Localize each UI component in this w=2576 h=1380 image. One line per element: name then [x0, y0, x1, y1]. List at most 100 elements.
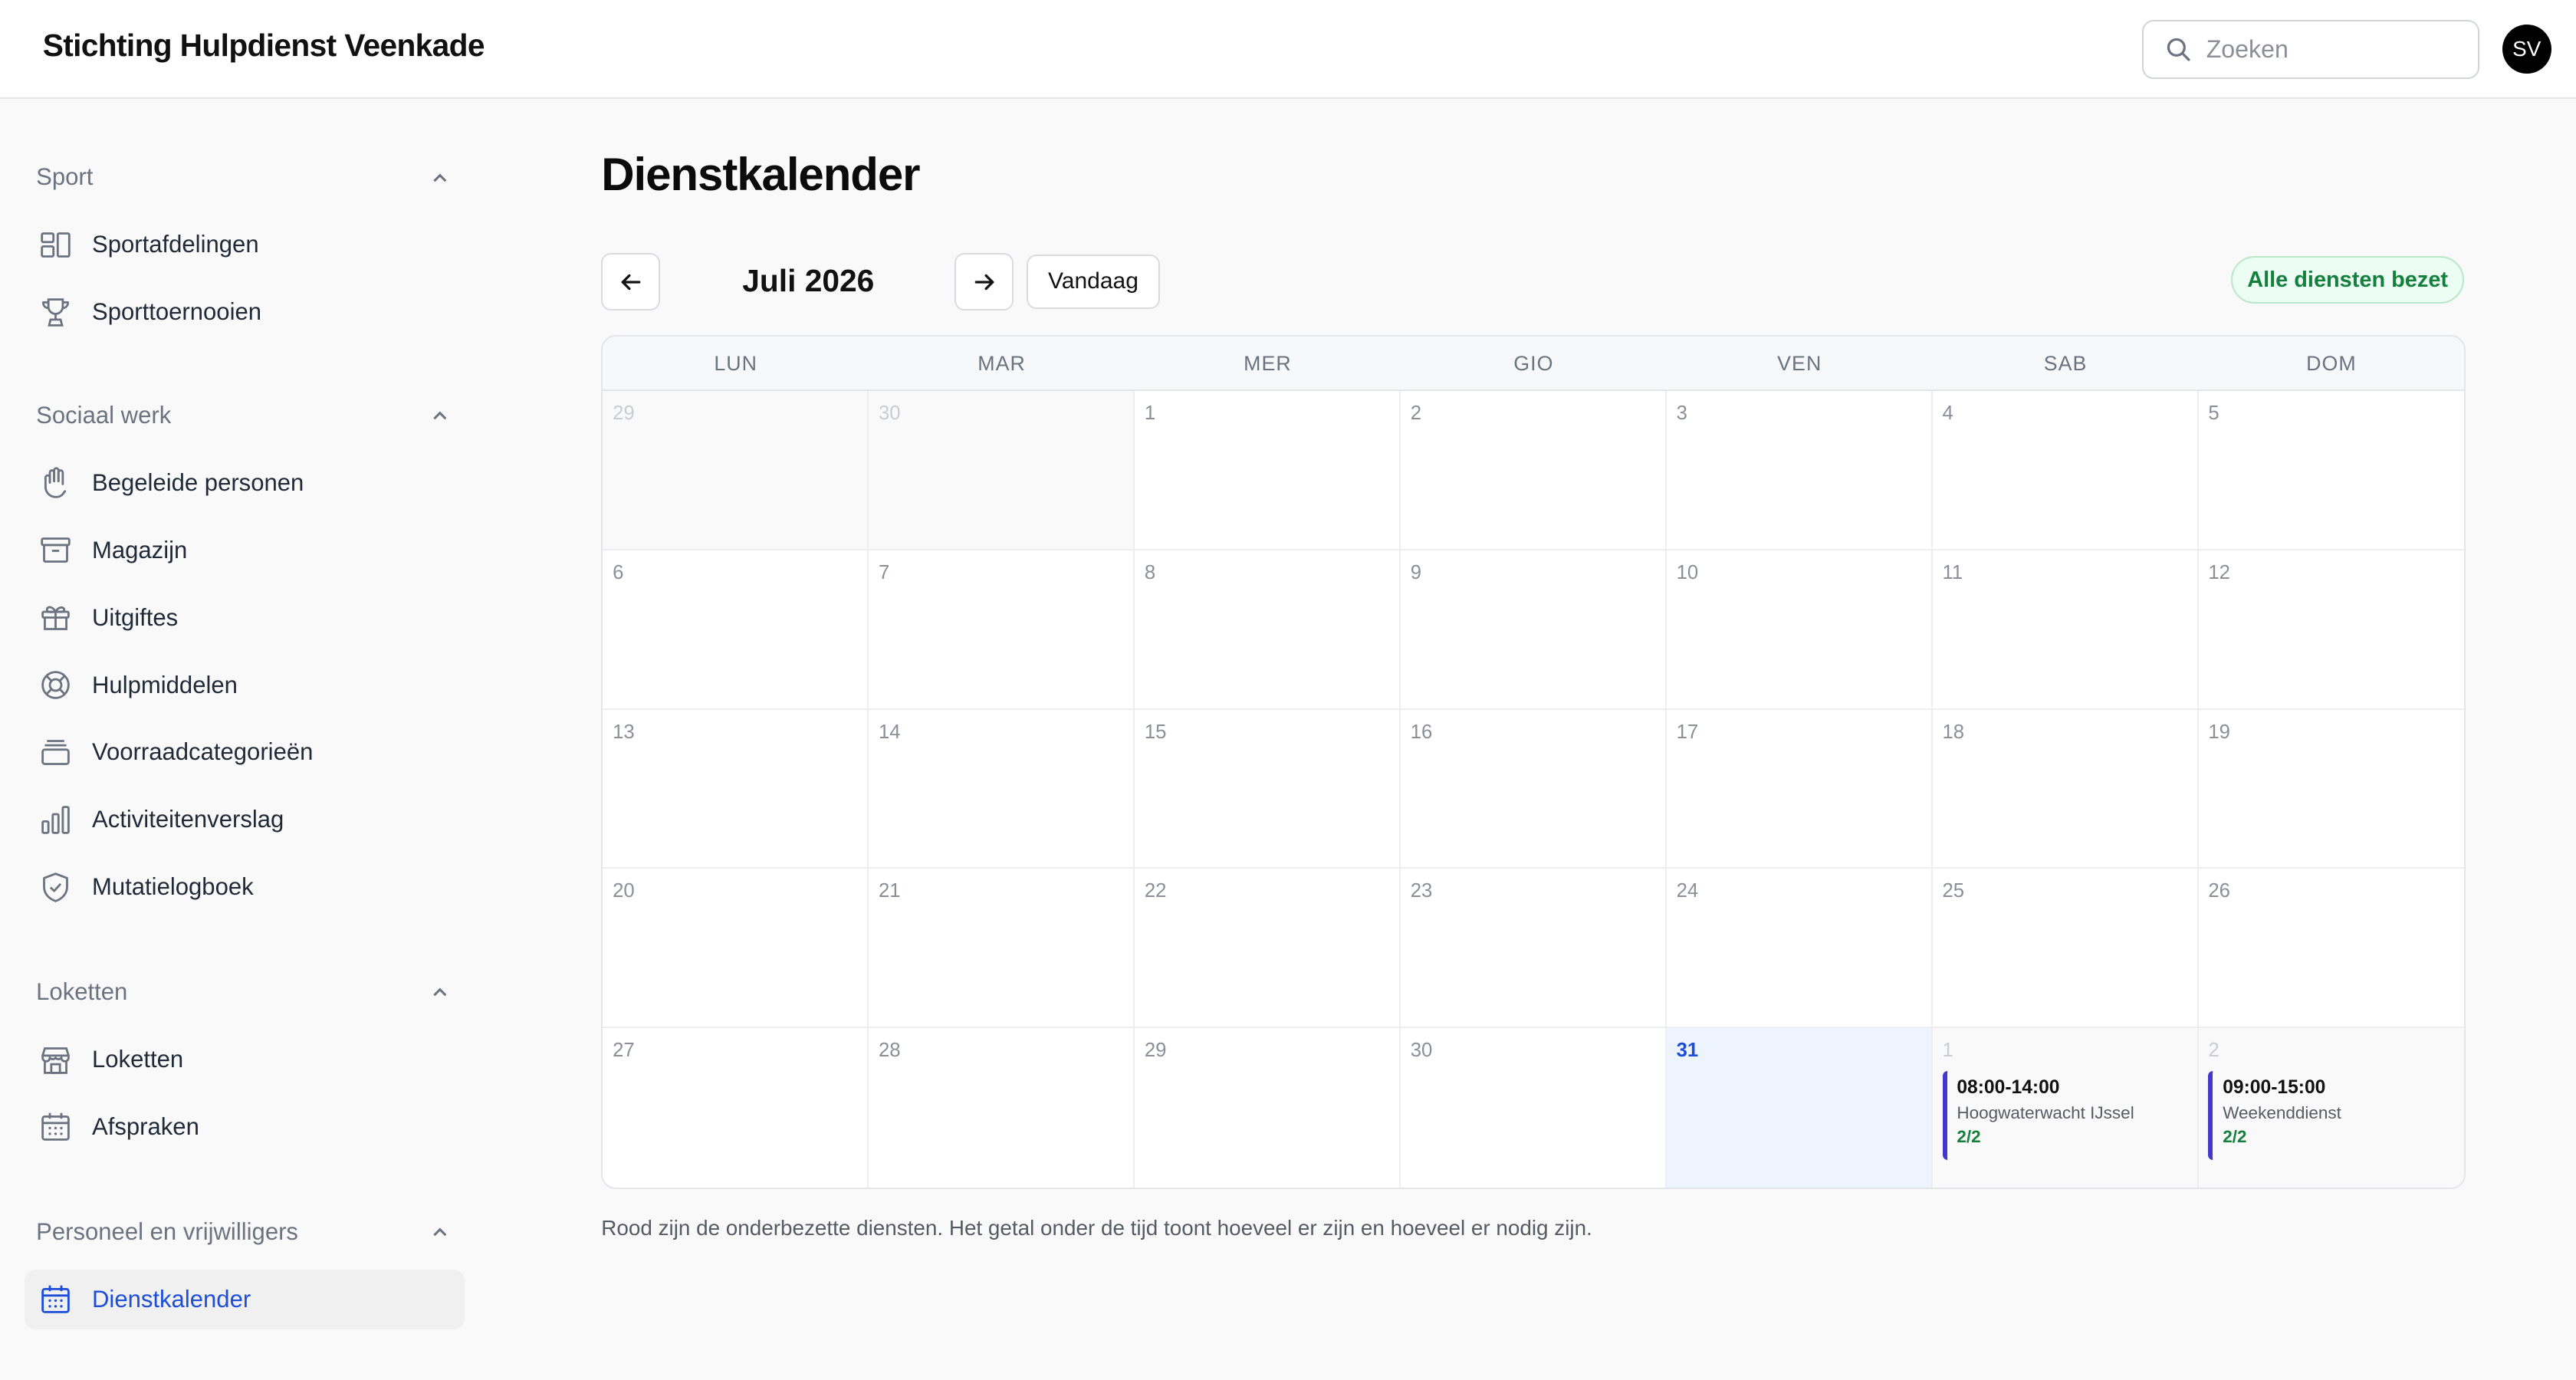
weekday-label: SAB — [2043, 352, 2088, 376]
search-icon — [2167, 38, 2190, 61]
sidebar-item-loketten[interactable]: Loketten — [25, 1030, 465, 1089]
calendar-days: 29 30 1 2 3 4 5 6 7 8 9 10 11 12 13 14 15 16 17 18 19 20 21 22 2… — [603, 390, 2465, 1188]
sidebar-item-label: Sportafdelingen — [91, 231, 259, 258]
calendar-day[interactable]: 21 — [869, 869, 1135, 1029]
today-button[interactable]: Vandaag — [1027, 255, 1160, 309]
day-number: 30 — [1410, 1040, 1433, 1062]
calendar-day[interactable]: 22 — [1135, 869, 1401, 1029]
trophy-icon — [38, 294, 74, 330]
calendar-day[interactable]: 11 — [1932, 550, 2199, 710]
calendar-day[interactable]: 29 — [1135, 1028, 1401, 1188]
sidebar-item-label: Mutatielogboek — [91, 873, 254, 901]
user-avatar[interactable]: SV — [2502, 25, 2551, 74]
calendar-day[interactable]: 28 — [869, 1028, 1135, 1188]
sidebar-item-sportafdelingen[interactable]: Sportafdelingen — [25, 215, 465, 274]
calendar-day-today[interactable]: 31 — [1666, 1028, 1933, 1188]
day-number: 8 — [1144, 561, 1156, 583]
calendar-day[interactable]: 2 09:00-15:00 Weekenddienst 2/2 — [2198, 1028, 2465, 1188]
sidebar-item-dienstkalender[interactable]: Dienstkalender — [25, 1270, 465, 1329]
calendar-day[interactable]: 8 — [1135, 550, 1401, 710]
calendar-day[interactable]: 7 — [869, 550, 1135, 710]
sidebar-item-label: Magazijn — [91, 536, 188, 564]
top-bar: Stichting Hulpdienst Veenkade SV — [0, 0, 2576, 99]
sidebar-item-activiteitenverslag[interactable]: Activiteitenverslag — [25, 790, 465, 849]
storefront-icon — [38, 1042, 74, 1078]
status-badge: Alle diensten bezet — [2231, 256, 2465, 304]
calendar-day[interactable]: 13 — [603, 709, 869, 869]
shield-check-icon — [38, 869, 74, 905]
calendar-day[interactable]: 30 — [869, 390, 1135, 550]
calendar-day[interactable]: 12 — [2198, 550, 2465, 710]
day-number: 1 — [1942, 1040, 1953, 1062]
calendar-day[interactable]: 18 — [1932, 709, 2199, 869]
calendar-day[interactable]: 9 — [1400, 550, 1667, 710]
sidebar-item-begeleide-personen[interactable]: Begeleide personen — [25, 453, 465, 512]
calendar-day[interactable]: 30 — [1400, 1028, 1667, 1188]
sidebar-item-hulpmiddelen[interactable]: Hulpmiddelen — [25, 656, 465, 715]
group-title: Personeel en vrijwilligers — [36, 1218, 298, 1246]
group-header-personeel[interactable]: Personeel en vrijwilligers — [36, 1214, 450, 1250]
search-box[interactable] — [2142, 19, 2479, 79]
sidebar-item-label: Voorraadcategorieën — [91, 738, 314, 766]
day-number: 6 — [613, 561, 624, 583]
search-input[interactable] — [2206, 34, 2453, 64]
calendar-day[interactable]: 5 — [2198, 390, 2465, 550]
sidebar-item-uitgiftes[interactable]: Uitgiftes — [25, 588, 465, 647]
sidebar-item-sporttoernooien[interactable]: Sporttoernooien — [25, 283, 465, 342]
sidebar-item-magazijn[interactable]: Magazijn — [25, 521, 465, 580]
calendar-day[interactable]: 19 — [2198, 709, 2465, 869]
day-number: 26 — [2208, 880, 2230, 902]
bar-chart-icon — [38, 802, 74, 838]
day-number: 22 — [1144, 880, 1167, 902]
day-number: 24 — [1676, 880, 1699, 902]
calendar-day[interactable]: 15 — [1135, 709, 1401, 869]
day-number: 11 — [1942, 561, 1963, 583]
calendar-day[interactable]: 26 — [2198, 869, 2465, 1029]
day-number: 25 — [1942, 880, 1965, 902]
calendar-day[interactable]: 2 — [1400, 390, 1667, 550]
sidebar: Sport Sportafdelingen Sporttoernooien So… — [0, 100, 493, 1380]
weekday-label: VEN — [1777, 352, 1822, 376]
group-header-sport[interactable]: Sport — [36, 159, 450, 196]
prev-month-button[interactable] — [601, 253, 661, 310]
calendar-day[interactable]: 10 — [1666, 550, 1933, 710]
day-number: 27 — [613, 1040, 635, 1062]
calendar-grid: LUN MAR MER GIO VEN SAB DOM 29 30 1 2 3 4 5 6 7 8 9 10 11 1… — [601, 335, 2466, 1190]
calendar-day[interactable]: 14 — [869, 709, 1135, 869]
day-number: 14 — [879, 721, 901, 743]
next-month-button[interactable] — [955, 253, 1014, 310]
calendar-day[interactable]: 17 — [1666, 709, 1933, 869]
shift-name: Weekenddienst — [2223, 1103, 2341, 1123]
calendar-days-icon — [38, 1281, 74, 1317]
calendar-icon — [38, 1109, 74, 1145]
weekday-label: LUN — [714, 352, 758, 376]
sidebar-item-voorraadcategorieen[interactable]: Voorraadcategorieën — [25, 723, 465, 782]
sidebar-item-label: Loketten — [91, 1046, 184, 1073]
calendar-day[interactable]: 25 — [1932, 869, 2199, 1029]
sidebar-item-afspraken[interactable]: Afspraken — [25, 1097, 465, 1156]
brand-title[interactable]: Stichting Hulpdienst Veenkade — [43, 28, 485, 64]
calendar-day[interactable]: 3 — [1666, 390, 1933, 550]
calendar-day[interactable]: 29 — [603, 390, 869, 550]
weekday-label: MER — [1244, 352, 1292, 376]
calendar-day[interactable]: 4 — [1932, 390, 2199, 550]
shift-event[interactable]: 08:00-14:00 Hoogwaterwacht IJssel 2/2 — [1942, 1070, 2187, 1160]
calendar-day[interactable]: 24 — [1666, 869, 1933, 1029]
day-number: 28 — [879, 1040, 901, 1062]
shift-time: 09:00-15:00 — [2223, 1077, 2326, 1099]
shift-event[interactable]: 09:00-15:00 Weekenddienst 2/2 — [2208, 1070, 2454, 1160]
calendar-day[interactable]: 1 08:00-14:00 Hoogwaterwacht IJssel 2/2 — [1932, 1028, 2199, 1188]
day-number: 30 — [879, 402, 901, 424]
group-header-loketten[interactable]: Loketten — [36, 974, 450, 1010]
group-header-sociaal-werk[interactable]: Sociaal werk — [36, 398, 450, 434]
calendar-day[interactable]: 6 — [603, 550, 869, 710]
calendar-day[interactable]: 20 — [603, 869, 869, 1029]
chevron-up-icon — [433, 1227, 447, 1237]
calendar-day[interactable]: 1 — [1135, 390, 1401, 550]
day-number: 16 — [1410, 721, 1433, 743]
sidebar-item-mutatielogboek[interactable]: Mutatielogboek — [25, 858, 465, 917]
calendar-day[interactable]: 23 — [1400, 869, 1667, 1029]
day-number: 29 — [613, 402, 635, 424]
calendar-day[interactable]: 27 — [603, 1028, 869, 1188]
calendar-day[interactable]: 16 — [1400, 709, 1667, 869]
